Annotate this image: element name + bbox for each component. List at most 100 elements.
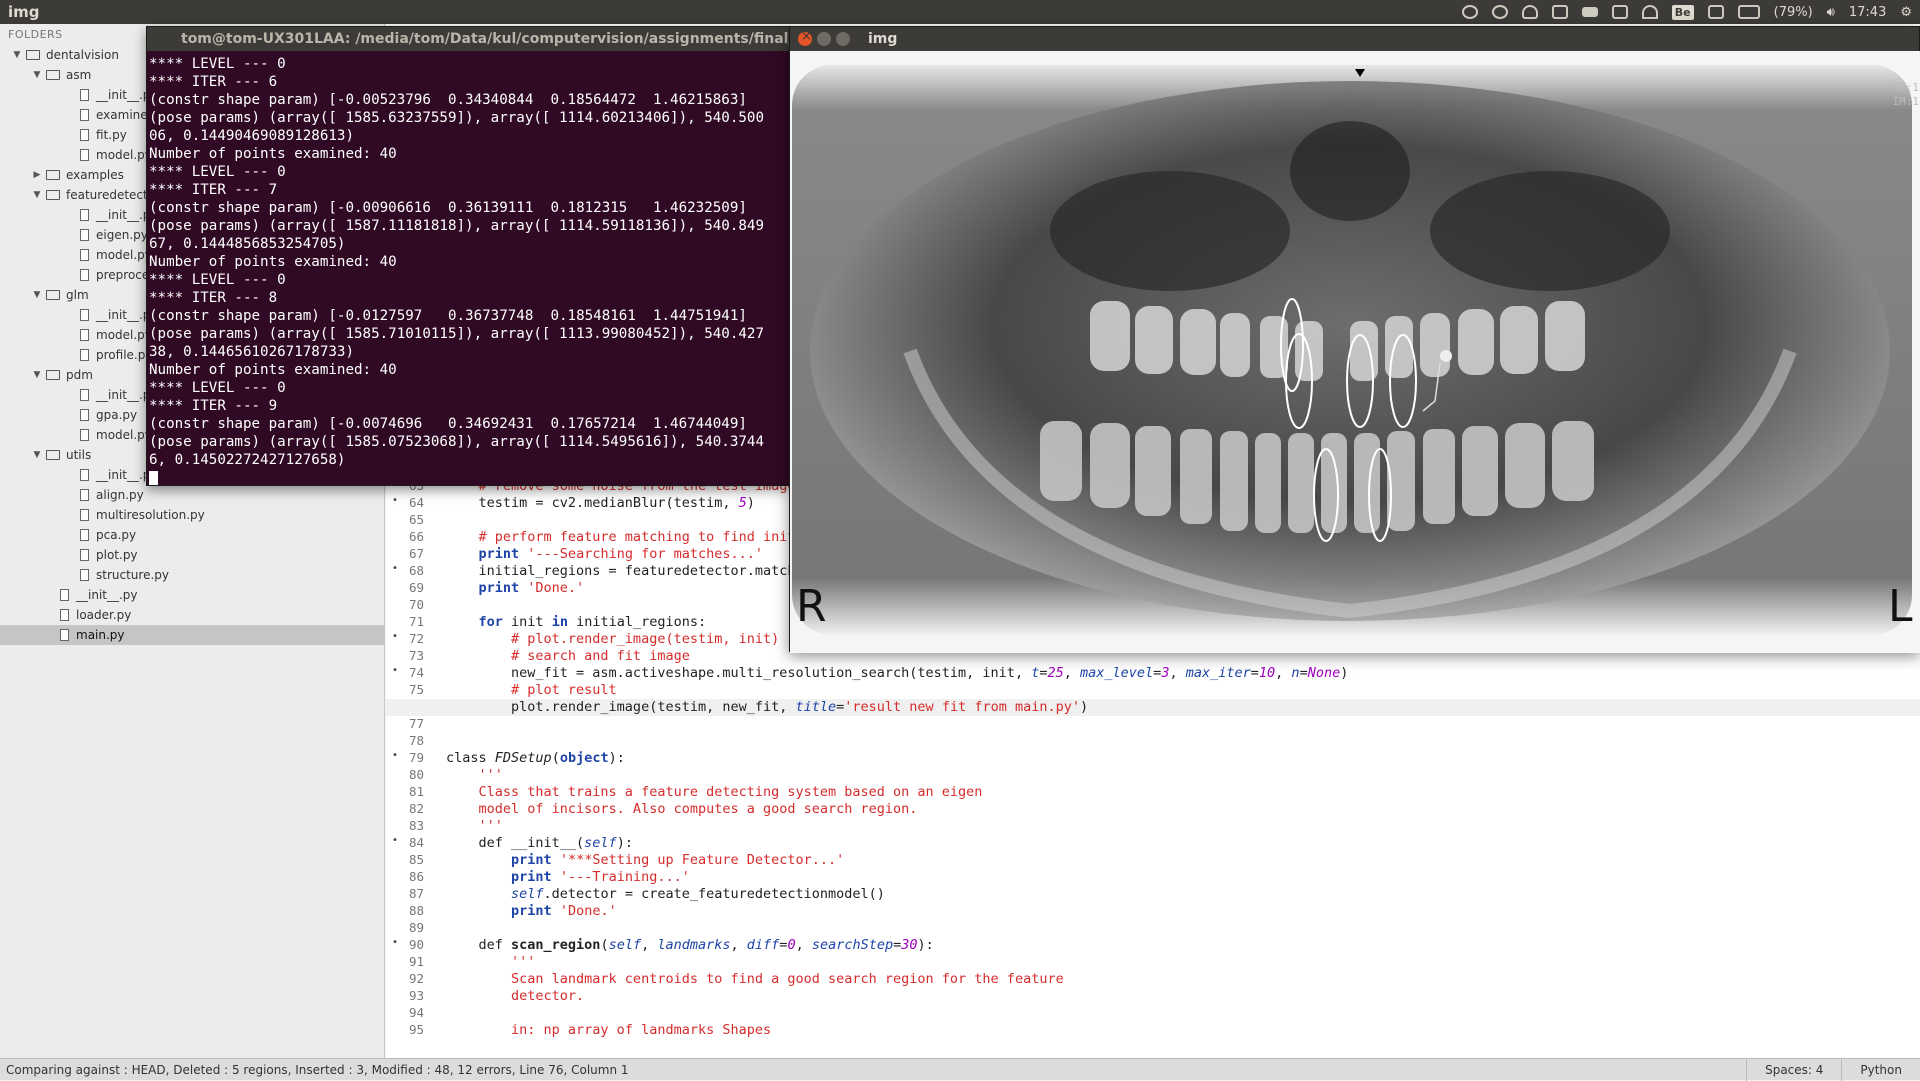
tree-item-label: profile.py xyxy=(96,348,153,362)
expanded-arrow-icon[interactable]: ▼ xyxy=(12,45,22,65)
code-line[interactable]: def scan_region(self, landmarks, diff=0,… xyxy=(446,937,934,953)
mail-indicator-icon[interactable] xyxy=(1461,5,1478,19)
code-line[interactable]: for init in initial_regions: xyxy=(446,614,707,630)
tree-item-label: structure.py xyxy=(96,568,169,582)
tree-item-label: eigen.py xyxy=(96,228,148,242)
code-line[interactable]: in: np array of landmarks Shapes xyxy=(446,1022,771,1038)
menu-icon[interactable] xyxy=(1581,7,1598,17)
terminal-line: (pose params) (array([ 1585.63237559]), … xyxy=(149,110,764,126)
code-line[interactable]: # perform feature matching to find init xyxy=(446,529,796,545)
terminal-line: (constr shape param) [-0.0074696 0.34692… xyxy=(149,416,747,432)
expanded-arrow-icon[interactable]: ▼ xyxy=(32,285,42,305)
file-item[interactable]: main.py xyxy=(0,625,384,645)
collapsed-arrow-icon[interactable]: ▶ xyxy=(32,165,42,185)
battery-percent[interactable]: (79%) xyxy=(1774,5,1813,20)
file-icon xyxy=(80,349,89,361)
line-number: 70 xyxy=(408,597,424,612)
expanded-arrow-icon[interactable]: ▼ xyxy=(32,445,42,465)
file-item[interactable]: align.py xyxy=(0,485,384,505)
be-indicator[interactable]: Be xyxy=(1671,4,1694,20)
code-line[interactable]: print '---Training...' xyxy=(446,869,690,885)
file-item[interactable]: pca.py xyxy=(0,525,384,545)
code-line[interactable]: print '---Searching for matches...' xyxy=(446,546,763,562)
image-viewer-window[interactable]: img xyxy=(789,26,1920,653)
image-window-minimize-button[interactable] xyxy=(817,32,831,46)
file-icon xyxy=(80,149,89,161)
tree-item-label: main.py xyxy=(76,628,125,642)
expanded-arrow-icon[interactable]: ▼ xyxy=(32,65,42,85)
xray-image-canvas[interactable]: R L SE:1 IM:1 xyxy=(790,51,1920,653)
terminal-window[interactable]: tom@tom-UX301LAA: /media/tom/Data/kul/co… xyxy=(146,26,790,486)
file-item[interactable]: plot.py xyxy=(0,545,384,565)
open-folder-icon xyxy=(26,50,40,60)
terminal-line: **** ITER --- 8 xyxy=(149,290,278,306)
file-item[interactable]: __init__.py xyxy=(0,585,384,605)
window-icon[interactable] xyxy=(1611,5,1628,19)
line-number: 90 xyxy=(408,937,424,952)
file-icon xyxy=(80,309,89,321)
terminal-line: (pose params) (array([ 1585.71010115]), … xyxy=(149,326,764,342)
file-item[interactable]: loader.py xyxy=(0,605,384,625)
syntax-selector[interactable]: Python xyxy=(1841,1059,1920,1081)
terminal-line: **** LEVEL --- 0 xyxy=(149,380,286,396)
battery-icon[interactable] xyxy=(1737,5,1760,19)
file-icon xyxy=(80,429,89,441)
tree-item-label: model.py xyxy=(96,148,152,162)
code-line[interactable]: # plot result xyxy=(446,682,617,698)
expanded-arrow-icon[interactable]: ▼ xyxy=(32,365,42,385)
settings-gear-icon[interactable]: ⚙ xyxy=(1900,5,1912,20)
code-line[interactable]: model of incisors. Also computes a good … xyxy=(446,801,918,817)
code-line[interactable]: def __init__(self): xyxy=(446,835,633,851)
tree-item-label: model.py xyxy=(96,428,152,442)
mail-icon[interactable] xyxy=(1707,5,1724,19)
image-window-title: img xyxy=(868,31,898,47)
terminal-output[interactable]: **** LEVEL --- 0 **** ITER --- 6 (constr s… xyxy=(147,51,789,485)
line-number: 73 xyxy=(408,648,424,663)
line-number: 80 xyxy=(408,767,424,782)
terminal-line: Number of points examined: 40 xyxy=(149,362,397,378)
clock-icon[interactable] xyxy=(1491,5,1508,19)
indentation-setting[interactable]: Spaces: 4 xyxy=(1746,1059,1841,1081)
code-line[interactable]: print 'Done.' xyxy=(446,903,617,919)
code-line[interactable]: print '***Setting up Feature Detector...… xyxy=(446,852,844,868)
open-folder-icon xyxy=(46,70,60,80)
active-app-name: img xyxy=(8,3,40,21)
expanded-arrow-icon[interactable]: ▼ xyxy=(32,185,42,205)
terminal-line: 38, 0.14465610267178733) xyxy=(149,344,354,360)
code-line[interactable]: Scan landmark centroids to find a good s… xyxy=(446,971,1064,987)
image-window-close-button[interactable] xyxy=(798,29,812,46)
file-item[interactable]: structure.py xyxy=(0,565,384,585)
code-line[interactable]: ''' xyxy=(446,767,503,783)
file-icon xyxy=(80,229,89,241)
code-line[interactable]: ''' xyxy=(446,818,503,834)
cloud-icon[interactable] xyxy=(1521,5,1538,19)
volume-icon[interactable]: 🔊︎ xyxy=(1827,5,1835,20)
code-line[interactable]: self.detector = create_featuredetectionm… xyxy=(446,886,885,902)
code-line[interactable]: testim = cv2.medianBlur(testim, 5) xyxy=(446,495,755,511)
code-line[interactable]: initial_regions = featuredetector.match xyxy=(446,563,796,579)
code-line[interactable]: detector. xyxy=(446,988,584,1004)
terminal-titlebar[interactable]: tom@tom-UX301LAA: /media/tom/Data/kul/co… xyxy=(147,27,789,51)
tree-item-label: glm xyxy=(66,288,89,302)
open-folder-icon xyxy=(46,290,60,300)
file-item[interactable]: multiresolution.py xyxy=(0,505,384,525)
wifi-icon[interactable] xyxy=(1641,5,1658,19)
code-line[interactable]: plot.render_image(testim, new_fit, title… xyxy=(446,699,1088,715)
code-line[interactable]: new_fit = asm.activeshape.multi_resoluti… xyxy=(446,665,1348,681)
file-icon xyxy=(60,629,69,641)
code-line[interactable]: # plot.render_image(testim, init) xyxy=(446,631,779,647)
clock-time[interactable]: 17:43 xyxy=(1849,5,1886,20)
image-window-maximize-button[interactable] xyxy=(836,32,850,46)
image-window-titlebar[interactable]: img xyxy=(790,27,1919,51)
code-line[interactable]: print 'Done.' xyxy=(446,580,585,596)
code-line[interactable]: Class that trains a feature detecting sy… xyxy=(446,784,983,800)
tree-item-label: asm xyxy=(66,68,92,82)
terminal-line: **** LEVEL --- 0 xyxy=(149,56,286,72)
line-number: 93 xyxy=(408,988,424,1003)
code-line[interactable]: class FDSetup(object): xyxy=(446,750,625,766)
code-line[interactable]: # search and fit image xyxy=(446,648,690,664)
dropbox-icon[interactable] xyxy=(1551,5,1568,19)
file-icon xyxy=(80,249,89,261)
code-line[interactable]: ''' xyxy=(446,954,535,970)
line-number: 94 xyxy=(408,1005,424,1020)
